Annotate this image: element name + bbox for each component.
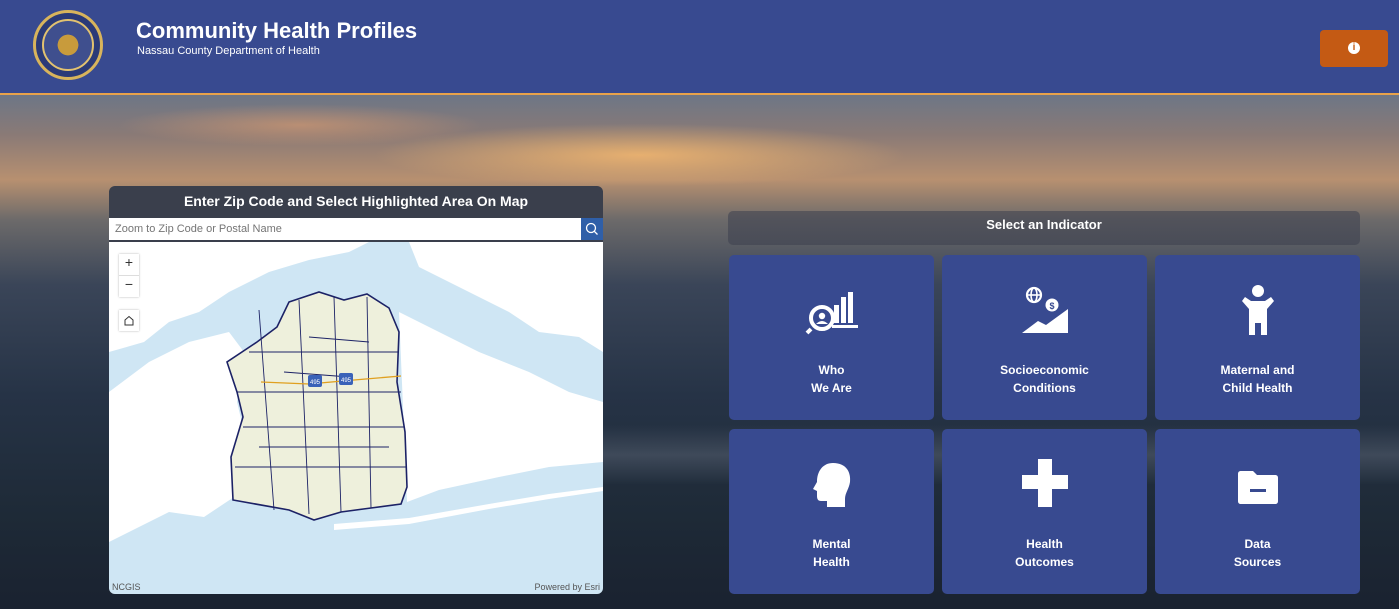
tile-label: Who We Are [811,363,852,395]
attribution-esri[interactable]: Powered by Esri [534,582,600,592]
svg-text:$: $ [1049,301,1054,311]
home-button[interactable] [119,310,139,331]
tile-label: Data Sources [1233,537,1282,569]
home-icon [124,315,134,326]
child-icon [1242,285,1274,335]
head-icon [813,463,851,507]
app-subtitle: Nassau County Department of Health [137,45,320,57]
highway-shield-2: 495 [339,373,353,385]
county-seal-icon [33,10,103,80]
plus-icon [1022,459,1068,507]
highway-shield-1: 495 [308,375,322,387]
search-chart-icon [805,292,858,335]
tile-data-sources[interactable]: Data Sources [1155,429,1360,594]
indicator-heading: Select an Indicator [986,217,1102,232]
tile-mental-health[interactable]: Mental Health [729,429,934,594]
tile-label: Mental Health [812,537,851,569]
attribution-source: NCGIS [112,582,141,592]
search-icon [585,222,598,235]
tile-label: Socioeconomic Conditions [1000,363,1089,395]
map-heading: Enter Zip Code and Select Highlighted Ar… [183,193,529,209]
zip-code-map[interactable]: 495 495 + − NCGIS Powered by Esri [109,242,603,594]
app-title: Community Health Profiles [136,18,418,43]
zoom-out-button[interactable]: − [119,275,139,297]
app-header: Community Health Profiles Nassau County … [0,0,1399,95]
tile-maternal-child-health[interactable]: Maternal and Child Health [1155,255,1360,420]
info-button[interactable]: i [1320,30,1388,67]
zoom-controls: + − [119,254,139,297]
nassau-county-zips[interactable] [226,291,408,521]
search-button[interactable] [581,218,603,240]
zoom-in-button[interactable]: + [119,254,139,275]
zip-search-input[interactable] [109,218,581,240]
tile-label: Health Outcomes [1015,537,1074,569]
info-icon: i [1348,42,1360,54]
tile-who-we-are[interactable]: Who We Are [729,255,934,420]
suffolk-land [399,312,603,502]
indicator-panel: Select an Indicator [728,211,1360,245]
svg-text:495: 495 [341,378,352,384]
folder-icon [1238,471,1278,504]
map-panel: Enter Zip Code and Select Highlighted Ar… [109,186,603,594]
tile-health-outcomes[interactable]: Health Outcomes [942,429,1147,594]
tile-label: Maternal and Child Health [1220,363,1295,395]
globe-money-icon: $ [1022,286,1068,333]
svg-text:495: 495 [310,380,321,386]
tile-socioeconomic-conditions[interactable]: $ Socioeconomic Conditions [942,255,1147,420]
